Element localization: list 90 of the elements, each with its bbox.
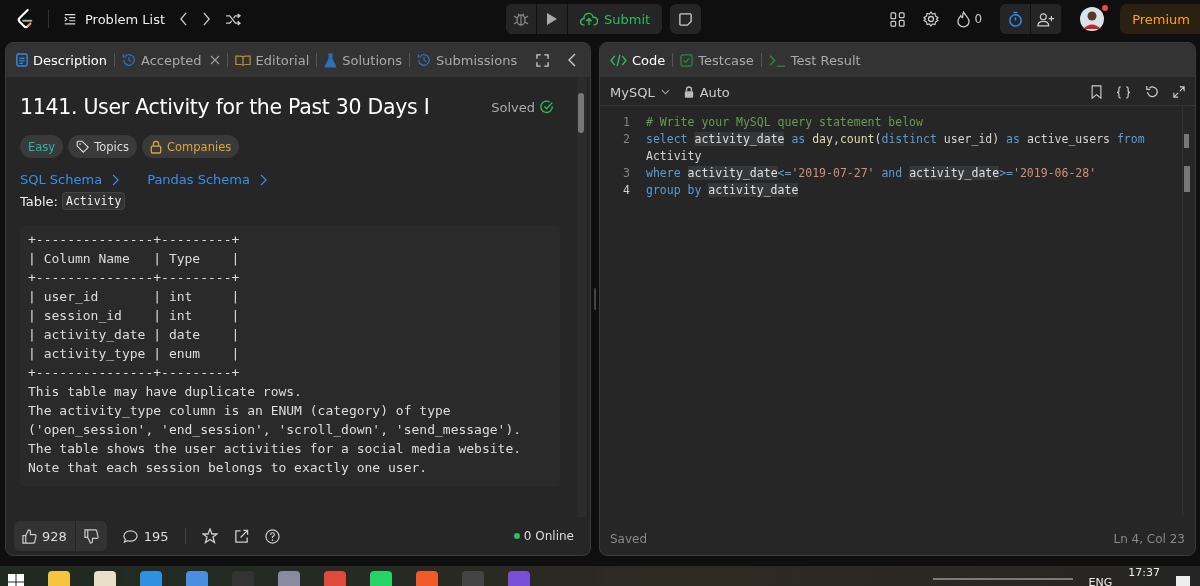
next-icon[interactable] bbox=[202, 12, 211, 26]
timer-button[interactable] bbox=[1000, 4, 1032, 34]
shuffle-icon[interactable] bbox=[225, 12, 242, 26]
panel-tab[interactable]: Accepted bbox=[122, 47, 220, 73]
fullscreen-icon[interactable] bbox=[536, 53, 549, 67]
previous-icon[interactable] bbox=[179, 12, 188, 26]
document-icon bbox=[16, 53, 28, 67]
streak-count: 0 bbox=[974, 12, 983, 26]
panel-tab[interactable]: Code bbox=[610, 47, 666, 73]
schema-link[interactable]: SQL Schema bbox=[20, 172, 120, 187]
panel-tab[interactable]: Test Result bbox=[768, 47, 861, 73]
lock-icon bbox=[683, 86, 694, 98]
code-line: where activity_date<='2019-07-27' and activity_date>='2019-06-28' bbox=[646, 165, 1097, 182]
online-dot bbox=[513, 533, 520, 539]
comments-button[interactable]: 195 bbox=[122, 528, 169, 544]
debug-button[interactable] bbox=[506, 4, 537, 34]
thumbs-down-icon bbox=[83, 528, 99, 544]
premium-button[interactable]: Premium bbox=[1120, 4, 1200, 34]
terminal-icon bbox=[768, 53, 786, 67]
code-line: select activity_date as day,count(distinct user_id) as active_users from bbox=[646, 131, 1145, 148]
layout-icon[interactable] bbox=[889, 11, 905, 27]
resize-handle[interactable] bbox=[594, 288, 596, 310]
play-icon bbox=[546, 12, 558, 26]
thumbs-up-icon bbox=[22, 528, 37, 544]
code-line: group by activity_date bbox=[646, 182, 799, 199]
code-line: # Write your MySQL query statement below bbox=[646, 114, 923, 131]
scrollbar-marker bbox=[1184, 166, 1190, 192]
bug-icon bbox=[513, 11, 529, 27]
lock-icon bbox=[150, 139, 163, 154]
schema-link[interactable]: Pandas Schema bbox=[147, 172, 267, 187]
code-line: Activity bbox=[646, 148, 703, 165]
checkbox-icon bbox=[680, 53, 694, 67]
stopwatch-icon bbox=[1007, 10, 1023, 28]
code-icon bbox=[610, 53, 627, 67]
online-count: 0 Online bbox=[523, 529, 574, 543]
schema-table: +---------------+---------+ | Column Name | Type | +---------------+---------+ | user_id | int | | session_id | int | | activity_date | date | | activity_type | enum | +---------------+---------+ bbox=[28, 230, 554, 382]
expand-icon[interactable] bbox=[1173, 86, 1185, 98]
add-user-icon bbox=[1037, 11, 1056, 27]
table-label: Table: bbox=[20, 193, 58, 209]
mode-label: Auto bbox=[699, 84, 730, 100]
braces-icon[interactable] bbox=[1116, 85, 1131, 99]
collapse-icon[interactable] bbox=[568, 53, 576, 67]
line-number: 3 bbox=[622, 165, 631, 182]
logo-icon[interactable] bbox=[16, 8, 34, 30]
save-status: Saved bbox=[610, 532, 648, 546]
line-number: 1 bbox=[622, 114, 631, 131]
history-icon bbox=[122, 53, 137, 67]
help-icon[interactable] bbox=[264, 528, 280, 544]
star-icon[interactable] bbox=[201, 528, 218, 544]
line-number: 4 bbox=[622, 182, 631, 199]
book-icon bbox=[234, 53, 251, 67]
close-icon[interactable] bbox=[209, 55, 220, 65]
solved-status: Solved bbox=[491, 99, 535, 115]
flame-icon[interactable] bbox=[956, 10, 970, 28]
flask-icon bbox=[324, 52, 338, 68]
cloud-upload-icon bbox=[580, 11, 598, 27]
companies-button[interactable]: Companies bbox=[142, 135, 240, 158]
chevron-down-icon bbox=[660, 89, 670, 95]
table-name: Activity bbox=[62, 192, 126, 210]
panel-tab[interactable]: Solutions bbox=[324, 47, 402, 73]
note-icon bbox=[678, 11, 694, 27]
line-number: 2 bbox=[622, 131, 631, 148]
language-dropdown[interactable]: MySQL bbox=[610, 84, 670, 100]
panel-tab[interactable]: Description bbox=[16, 47, 108, 73]
language-indicator[interactable]: ENG bbox=[1088, 576, 1113, 586]
note-button[interactable] bbox=[670, 4, 702, 34]
tag-icon bbox=[76, 140, 90, 153]
panel-tab[interactable]: Submissions bbox=[417, 47, 518, 73]
scrollbar-marker bbox=[1184, 134, 1189, 148]
settings-icon[interactable] bbox=[922, 11, 939, 27]
problem-title: 1141. User Activity for the Past 30 Days I bbox=[20, 95, 431, 119]
share-icon[interactable] bbox=[233, 528, 249, 544]
bookmark-icon[interactable] bbox=[1091, 85, 1102, 99]
table-description: This table may have duplicate rows. The activity_type column is an ENUM (category) of type ('open_session', 'end_session', 'scroll_down', 'send_message'). The table shows the user activities for a social media website. Note that each session belongs to exactly one user. bbox=[28, 383, 523, 477]
clock[interactable]: 17:37 bbox=[1128, 566, 1160, 579]
panel-tab[interactable]: Editorial bbox=[234, 47, 310, 73]
comment-icon bbox=[122, 528, 138, 544]
reset-icon[interactable] bbox=[1145, 85, 1159, 99]
panel-tab[interactable]: Testcase bbox=[680, 47, 754, 73]
scrollbar-thumb[interactable] bbox=[578, 93, 584, 133]
chevron-right-icon bbox=[112, 173, 120, 186]
chevron-right-icon bbox=[260, 173, 267, 186]
problem-list-button[interactable]: Problem List bbox=[63, 11, 165, 27]
difficulty-tag: Easy bbox=[20, 135, 64, 158]
history-icon bbox=[417, 53, 431, 67]
cursor-position: Ln 4, Col 23 bbox=[1113, 532, 1185, 546]
list-icon bbox=[63, 12, 77, 26]
avatar[interactable] bbox=[1080, 7, 1105, 31]
topics-button[interactable]: Topics bbox=[68, 135, 138, 158]
windows-icon[interactable] bbox=[8, 574, 24, 586]
